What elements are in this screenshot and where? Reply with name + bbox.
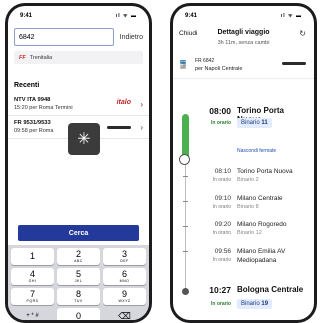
trenitalia-logo-icon: FF [19,54,26,61]
stop-platform: Mediopadana [237,257,277,264]
status-icons: ıl ᯤ ▬ [280,13,302,19]
refresh-icon[interactable]: ↻ [299,29,306,38]
key-6[interactable]: 6 MNO [103,268,146,285]
stop-station: Milano Emilia AV [237,248,286,255]
header: Chiudi Dettagli viaggio 3h 11m, senza ca… [173,26,314,54]
train-info: 🚆 FR 6842 per Napoli Centrale [173,54,314,79]
stop-time: 10:27 [209,285,231,295]
search-button[interactable]: Cerca [18,225,139,241]
train-icon: 🚆 [178,60,188,69]
timeline-line [185,164,186,292]
right-phone: 9:41 ıl ᯤ ▬ Chiudi Dettagli viaggio 3h 1… [170,3,317,323]
timeline-tick [183,251,188,252]
italo-logo-icon: italo [116,99,131,106]
stop-time: 09:56 [214,248,231,255]
status-time: 9:41 [185,13,198,19]
filter-chip-label: Trenitalia [29,54,53,61]
timeline-end-dot [182,288,189,295]
stop-station: Milano Centrale [237,195,283,202]
key-3[interactable]: 3 DEF [103,248,146,265]
key-4[interactable]: 4 GHI [11,268,54,285]
numeric-keypad: 1 2 ABC 3 DEF 4 GHI 5 JKL 6 MNO 7 PQRS 8 TUV 9W… [8,245,149,320]
stop-status: In orario [210,301,231,307]
platform-badge: Binario 11 [237,118,272,128]
stop-time: 09:20 [214,221,231,228]
trip-duration: 3h 11m, senza cambi [217,40,270,46]
backspace-icon[interactable]: ⌫ [103,308,146,321]
status-time: 9:41 [20,13,33,19]
stop-station: Torino Porta Nuova [237,168,293,175]
key-1[interactable]: 1 [11,248,54,265]
stop-time: 08:00 [209,106,231,116]
chevron-right-icon: › [140,100,143,109]
timeline-tick [183,201,188,202]
train-number: FR 6842 [195,58,215,64]
stop-platform: Binario 8 [237,204,259,210]
stop-time: 08:10 [214,168,231,175]
status-bar: 9:41 ıl ᯤ ▬ [173,6,314,26]
stop-status: In orario [212,177,231,183]
cancel-button[interactable]: Indietro [120,34,143,41]
key-0[interactable]: 0 [57,308,100,320]
stop-platform: Binario 2 [237,177,259,183]
frecciarossa-logo-icon [282,62,306,65]
train-direction: per Napoli Centrale [195,66,243,72]
key-5[interactable]: 5 JKL [57,268,100,285]
key-symbols[interactable]: + * # [11,308,54,320]
operator-filter-chip[interactable]: FF Trenitalia [14,51,143,64]
search-screen: 9:41 ıl ᯤ ▬ 6842 Indietro FF Trenitalia … [8,6,149,320]
current-position-icon [179,154,190,165]
key-8[interactable]: 8 TUV [57,288,100,305]
trip-details-screen: 9:41 ıl ᯤ ▬ Chiudi Dettagli viaggio 3h 1… [173,6,314,320]
stop-time: 09:10 [214,195,231,202]
recent-title: Recenti [14,82,40,89]
timeline-tick [183,176,188,177]
timeline-tick [183,226,188,227]
page-title: Dettagli viaggio [217,29,270,36]
platform-badge: Binario 19 [237,299,273,309]
stop-station: Milano Rogoredo [237,221,287,228]
frecciarossa-logo-icon [107,126,131,129]
stop-status: In orario [212,257,231,263]
hide-stops-link[interactable]: Nascondi fermate [237,148,276,154]
stop-status: In orario [212,230,231,236]
search-row: 6842 Indietro [8,28,149,46]
chevron-right-icon: › [140,123,143,132]
loading-spinner-icon: ✳ [68,123,100,155]
key-2[interactable]: 2 ABC [57,248,100,265]
timeline-progress [182,114,189,159]
stop-station: Bologna Centrale [237,285,304,294]
key-7[interactable]: 7 PQRS [11,288,54,305]
recent-item[interactable]: NTV ITA 9948 15:20 per Roma Termini ital… [8,93,149,116]
stop-platform: Binario 12 [237,230,262,236]
stop-status: In orario [210,120,231,126]
status-bar: 9:41 ıl ᯤ ▬ [8,6,149,26]
stop-status: In orario [212,204,231,210]
search-input[interactable]: 6842 [14,28,114,46]
key-9[interactable]: 9 WXYZ [103,288,146,305]
status-icons: ıl ᯤ ▬ [115,13,137,19]
left-phone: 9:41 ıl ᯤ ▬ 6842 Indietro FF Trenitalia … [5,3,152,323]
